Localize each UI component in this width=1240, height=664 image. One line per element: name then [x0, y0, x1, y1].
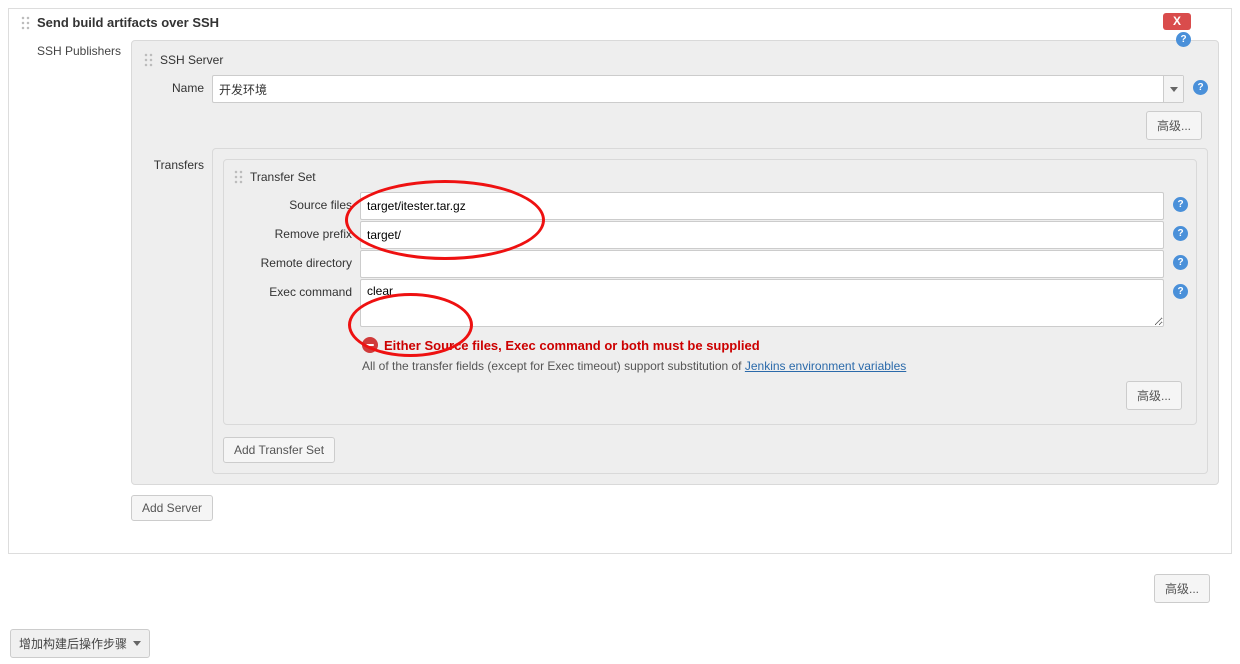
- ssh-publishers-panel: SSH Server Name 开发环境 ? 高级...: [131, 40, 1219, 485]
- delete-step-button[interactable]: X: [1163, 13, 1191, 30]
- exec-command-input[interactable]: [360, 279, 1164, 327]
- ssh-publishers-label: SSH Publishers: [21, 40, 131, 58]
- transfers-panel: Transfer Set Source files ?: [212, 148, 1208, 474]
- section-advanced-button[interactable]: 高级...: [1154, 574, 1210, 603]
- env-variables-link[interactable]: Jenkins environment variables: [745, 359, 906, 373]
- info-text: All of the transfer fields (except for E…: [362, 359, 1188, 373]
- help-icon[interactable]: ?: [1173, 197, 1188, 212]
- server-name-select[interactable]: 开发环境: [212, 75, 1184, 103]
- remove-prefix-label: Remove prefix: [232, 221, 360, 241]
- transfers-label: Transfers: [142, 148, 212, 172]
- source-files-label: Source files: [232, 192, 360, 212]
- transfer-set-header: Transfer Set: [232, 168, 1188, 192]
- add-post-build-action-button[interactable]: 增加构建后操作步骤: [10, 629, 150, 658]
- help-icon[interactable]: ?: [1173, 255, 1188, 270]
- error-icon: [362, 337, 378, 353]
- remote-directory-input[interactable]: [360, 250, 1164, 278]
- server-name-value: 开发环境: [219, 81, 267, 98]
- chevron-down-icon: [133, 641, 141, 646]
- error-message-text: Either Source files, Exec command or bot…: [384, 338, 760, 353]
- remote-directory-label: Remote directory: [232, 250, 360, 270]
- help-icon[interactable]: ?: [1193, 80, 1208, 95]
- drag-handle-icon[interactable]: [234, 170, 244, 184]
- section-title: Send build artifacts over SSH: [37, 15, 219, 30]
- section-header: Send build artifacts over SSH: [9, 9, 1231, 36]
- drag-handle-icon[interactable]: [21, 16, 31, 30]
- help-icon[interactable]: ?: [1176, 32, 1191, 47]
- chevron-down-icon: [1163, 76, 1183, 102]
- build-step-section: X ? Send build artifacts over SSH SSH Pu…: [8, 8, 1232, 554]
- transfer-set-advanced-button[interactable]: 高级...: [1126, 381, 1182, 410]
- add-server-button[interactable]: Add Server: [131, 495, 213, 521]
- ssh-server-header: SSH Server: [142, 51, 1208, 75]
- help-icon[interactable]: ?: [1173, 284, 1188, 299]
- drag-handle-icon[interactable]: [144, 53, 154, 67]
- ssh-server-advanced-button[interactable]: 高级...: [1146, 111, 1202, 140]
- exec-command-label: Exec command: [232, 279, 360, 299]
- transfer-set-panel: Transfer Set Source files ?: [223, 159, 1197, 425]
- remove-prefix-input[interactable]: [360, 221, 1164, 249]
- help-icon[interactable]: ?: [1173, 226, 1188, 241]
- source-files-input[interactable]: [360, 192, 1164, 220]
- add-transfer-set-button[interactable]: Add Transfer Set: [223, 437, 335, 463]
- name-label: Name: [142, 75, 212, 95]
- validation-error: Either Source files, Exec command or bot…: [362, 337, 1188, 353]
